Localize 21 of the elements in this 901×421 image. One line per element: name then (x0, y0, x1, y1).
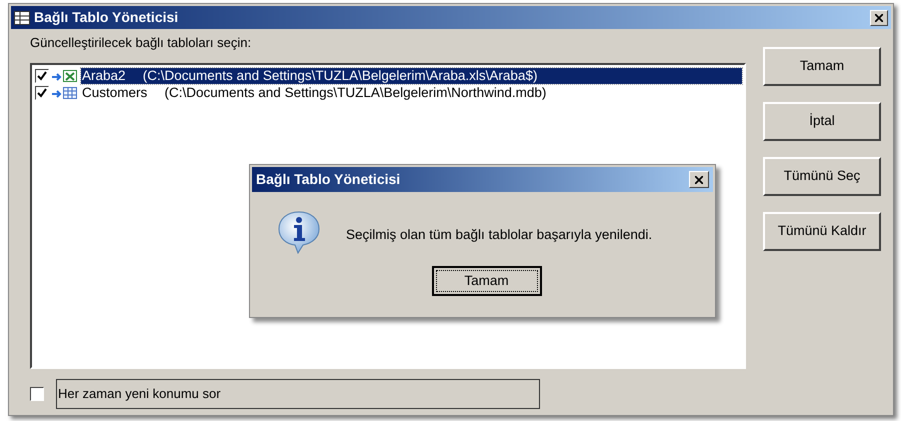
close-button[interactable] (689, 171, 709, 188)
close-icon (875, 14, 883, 22)
window-title: Bağlı Tablo Yöneticisi (256, 170, 402, 189)
window-title: Bağlı Tablo Yöneticisi (34, 8, 180, 27)
dialog-button[interactable]: Tümünü Seç (763, 157, 881, 196)
ok-button[interactable]: Tamam (432, 266, 542, 296)
spreadsheet-link-icon (51, 68, 79, 82)
table-link-icon (51, 86, 79, 100)
checkbox-label[interactable]: Her zaman yeni konumu sor (56, 379, 540, 409)
dialog-button[interactable]: Tümünü Kaldır (763, 212, 881, 251)
close-button[interactable] (870, 10, 888, 26)
table-list-item[interactable]: Customers (C:\Documents and Settings\TUZLA\Belgelerim\Northwind.mdb) (81, 84, 742, 100)
info-icon (276, 210, 322, 254)
dialog-button[interactable]: Tamam (763, 47, 881, 86)
checkbox[interactable] (30, 387, 44, 401)
message-text: Seçilmiş olan tüm bağlı tablolar başarıyla yenilendi. (346, 226, 652, 244)
dialog-button[interactable]: İptal (763, 102, 881, 141)
table-icon (14, 10, 30, 24)
table-list-item[interactable]: Araba2 (C:\Documents and Settings\TUZLA\Belgelerim\Araba.xls\Araba$) (81, 68, 742, 84)
prompt-label: Güncelleştirilecek bağlı tabloları seçin: (30, 34, 252, 52)
close-icon (695, 176, 703, 184)
